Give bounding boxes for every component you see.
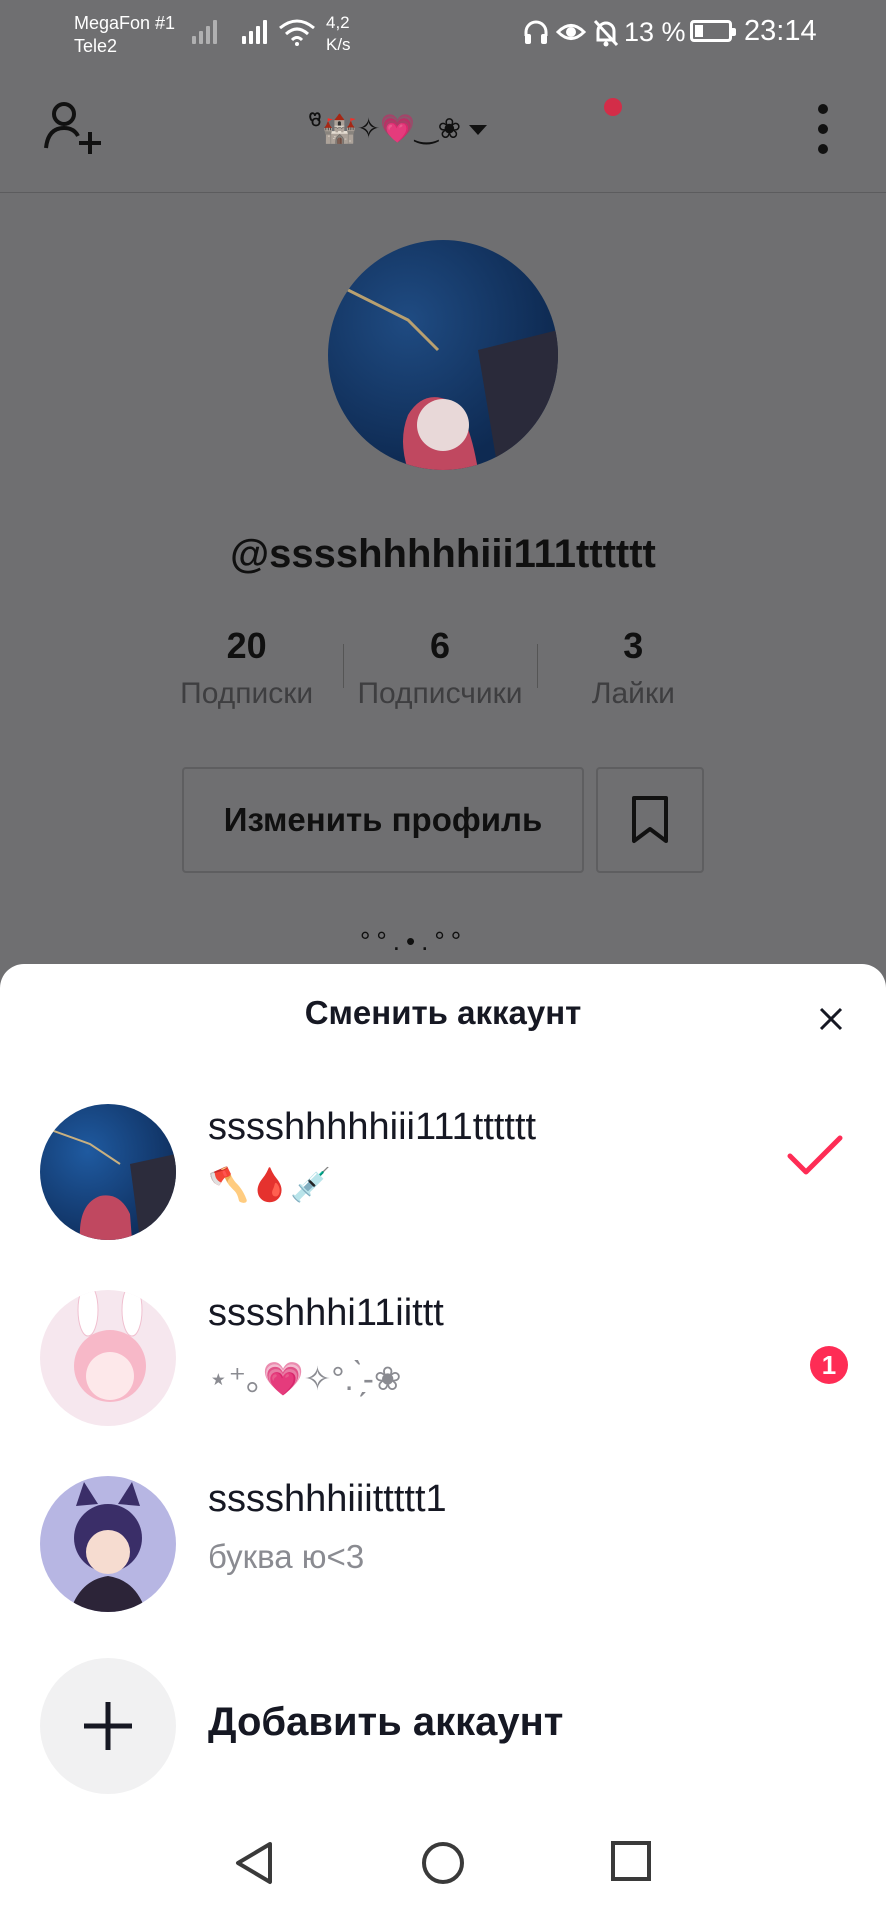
- account-avatar: [40, 1290, 176, 1426]
- stat-followers[interactable]: 6 Подписчики: [343, 620, 536, 716]
- bio-decoration: °°.•.°°: [360, 926, 468, 956]
- notification-dot: [604, 98, 622, 116]
- close-icon[interactable]: [816, 1004, 846, 1034]
- profile-username: @sssshhhhhiii111tttttt: [230, 532, 656, 576]
- bell-off-icon: [593, 19, 619, 47]
- account-name: sssshhhi11iittt: [208, 1292, 444, 1334]
- carrier-info: MegaFon #1 Tele2: [74, 12, 175, 58]
- battery-icon: [690, 20, 736, 42]
- plus-icon: [84, 1702, 132, 1750]
- home-icon[interactable]: [420, 1840, 466, 1886]
- network-speed: 4,2 K/s: [326, 12, 351, 56]
- stat-label: Подписчики: [357, 677, 523, 710]
- stat-value: 20: [226, 625, 267, 666]
- stat-label: Лайки: [591, 677, 675, 710]
- add-user-icon[interactable]: [42, 100, 104, 156]
- profile-avatar[interactable]: [328, 240, 558, 470]
- account-subtitle: буква ю<3: [208, 1538, 365, 1575]
- carrier-2: Tele2: [74, 36, 118, 56]
- account-row[interactable]: sssshhhhhiii111tttttt 🪓🩸💉: [0, 1094, 886, 1244]
- add-account-circle: [40, 1658, 176, 1794]
- speed-unit: K/s: [326, 35, 351, 54]
- account-name: sssshhhiiittttt1: [208, 1478, 447, 1520]
- stat-following[interactable]: 20 Подписки: [150, 620, 343, 716]
- nickname-decoration: °ᩚ🏰✧💗‿❀: [310, 112, 462, 144]
- signal-icon: [192, 16, 217, 44]
- account-row[interactable]: sssshhhiiittttt1 буква ю<3: [0, 1466, 886, 1616]
- account-name: sssshhhhhiii111tttttt: [208, 1106, 537, 1148]
- recents-icon[interactable]: [610, 1840, 652, 1882]
- add-account-label: Добавить аккаунт: [208, 1700, 564, 1744]
- stat-value: 3: [623, 625, 644, 666]
- more-menu-icon[interactable]: [818, 104, 828, 154]
- bookmark-icon: [632, 796, 668, 843]
- account-subtitle: 🪓🩸💉: [208, 1166, 332, 1203]
- back-icon[interactable]: [232, 1840, 276, 1886]
- battery-percent: 13 %: [624, 17, 686, 47]
- profile-top-bar: °ᩚ🏰✧💗‿❀: [0, 70, 886, 193]
- speed-value: 4,2: [326, 13, 350, 32]
- account-avatar: [40, 1104, 176, 1240]
- edit-profile-button[interactable]: Изменить профиль: [182, 767, 584, 873]
- profile-page: °ᩚ🏰✧💗‿❀ @sssshhhhhiii111tttttt 20 Подпис…: [0, 70, 886, 970]
- notification-badge: 1: [810, 1346, 848, 1384]
- system-nav-bar: [0, 1810, 886, 1920]
- add-account-row[interactable]: Добавить аккаунт: [0, 1658, 886, 1798]
- caret-down-icon: [469, 125, 488, 135]
- switch-account-sheet: Сменить аккаунт sssshhhhhiii111tttttt 🪓🩸…: [0, 964, 886, 1920]
- favorites-button[interactable]: [596, 767, 704, 873]
- eye-icon: [556, 24, 586, 40]
- sheet-title: Сменить аккаунт: [304, 994, 582, 1031]
- status-bar: MegaFon #1 Tele2 4,2 K/s 13 % 23:14: [0, 0, 886, 70]
- account-subtitle: ⋆⁺｡💗✧°. ̗̀-❀: [208, 1360, 402, 1397]
- stat-likes[interactable]: 3 Лайки: [536, 620, 730, 716]
- profile-stats: 20 Подписки 6 Подписчики 3 Лайки: [150, 620, 730, 716]
- nickname-switcher[interactable]: °ᩚ🏰✧💗‿❀: [310, 100, 489, 160]
- stat-label: Подписки: [180, 677, 314, 710]
- checkmark-icon: [787, 1135, 843, 1175]
- signal-icon: [242, 16, 267, 44]
- stat-value: 6: [429, 625, 450, 666]
- clock: 23:14: [744, 15, 817, 47]
- headphones-icon: [524, 20, 548, 44]
- account-row[interactable]: sssshhhi11iittt ⋆⁺｡💗✧°. ̗̀-❀ 1: [0, 1280, 886, 1430]
- account-avatar: [40, 1476, 176, 1612]
- carrier-1: MegaFon #1: [74, 13, 176, 33]
- wifi-icon: [279, 19, 315, 46]
